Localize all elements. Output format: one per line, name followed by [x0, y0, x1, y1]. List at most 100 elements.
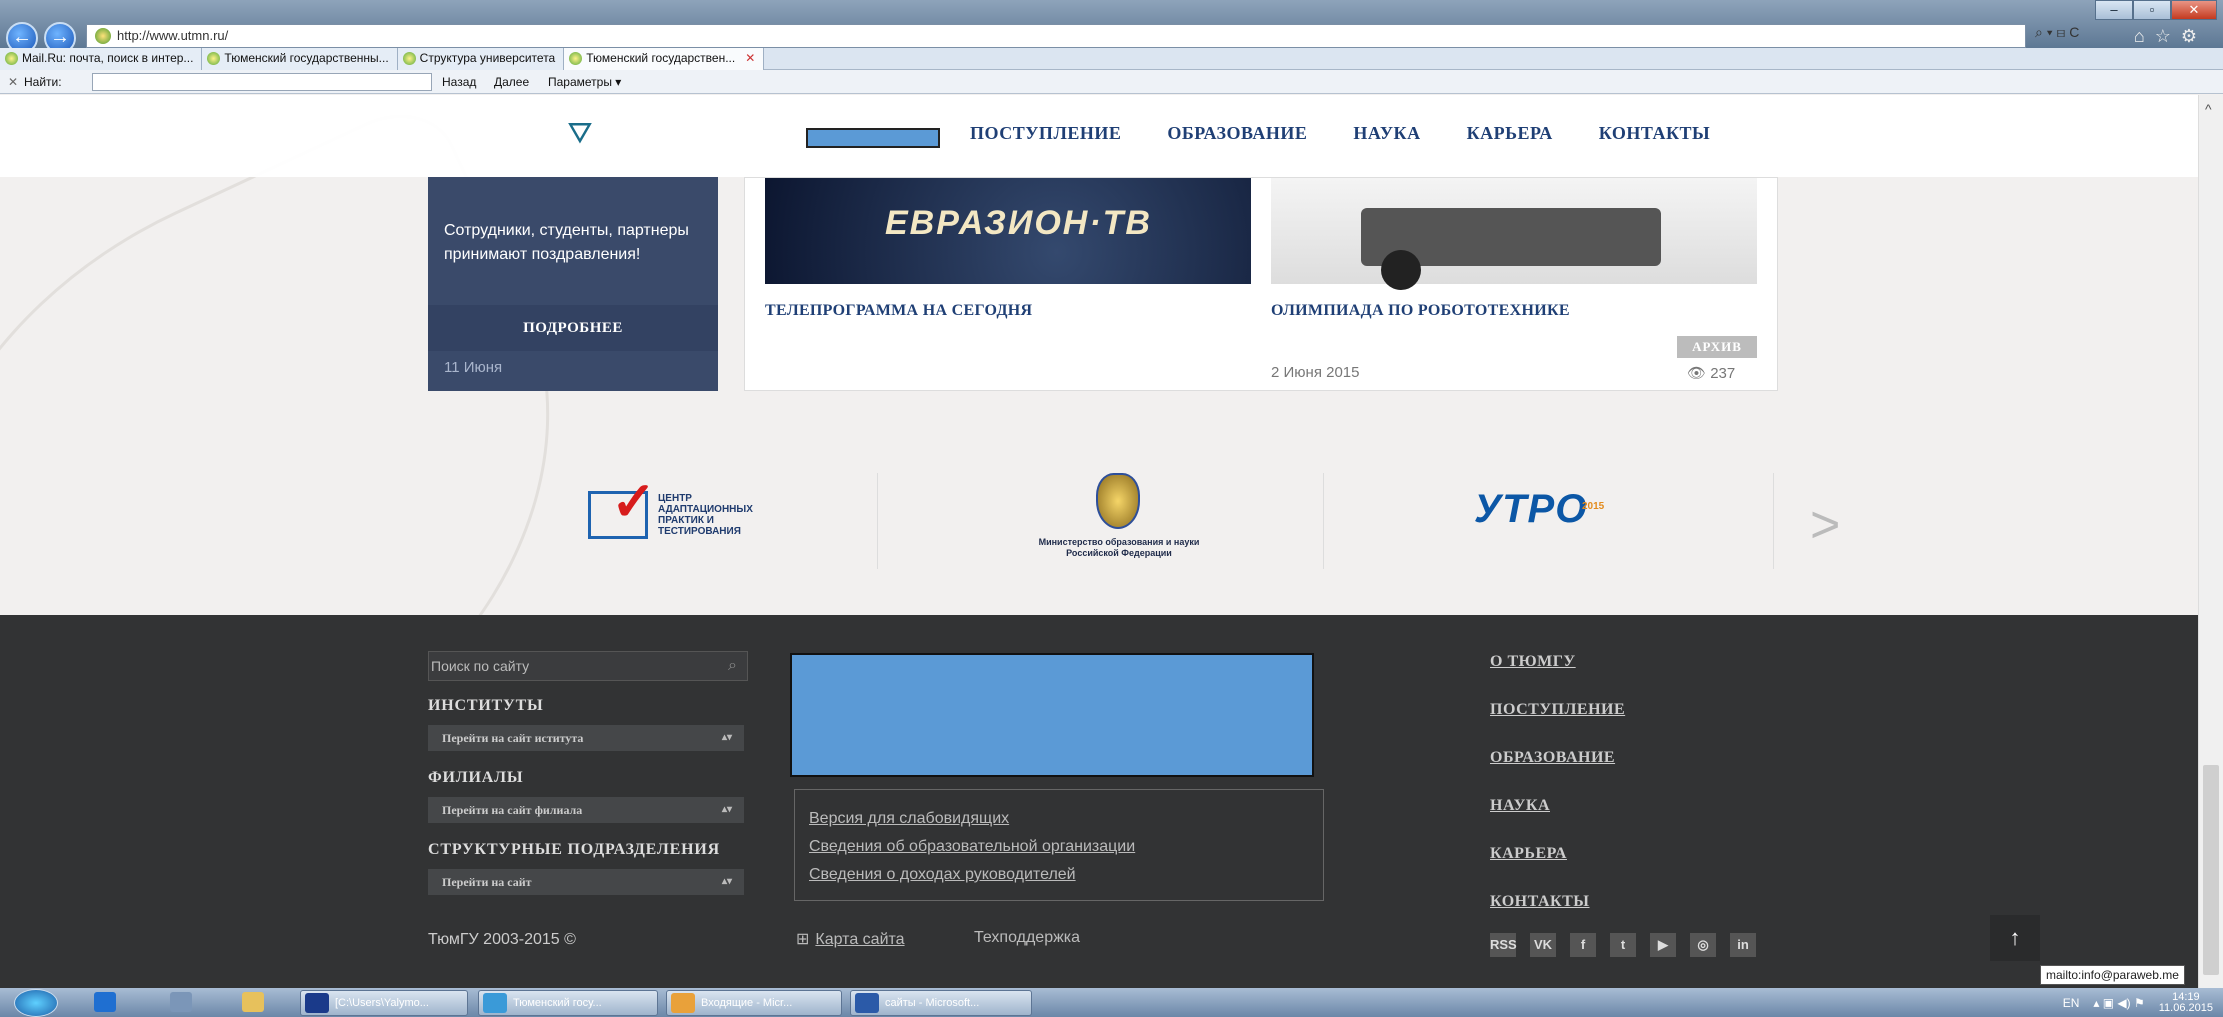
footer-nav-education[interactable]: ОБРАЗОВАНИЕ: [1490, 749, 1615, 767]
ie-icon: [95, 28, 111, 44]
page-scrollbar[interactable]: ^: [2198, 95, 2223, 988]
footer-search-input[interactable]: Поиск по сайту ⌕: [428, 651, 748, 681]
minimize-icon[interactable]: –: [2095, 0, 2133, 20]
screen: ← → http://www.utmn.ru/ ⌕ ▾ ⊟ C – ▫ ✕ ⌂☆…: [0, 0, 2223, 1017]
explorer-icon[interactable]: [242, 992, 264, 1012]
menu-education[interactable]: ОБРАЗОВАНИЕ: [1167, 123, 1307, 144]
web-page: Сотрудники, студенты, партнеры принимают…: [0, 95, 2198, 988]
emblem-icon: [1096, 473, 1140, 529]
outlook-icon: [671, 993, 695, 1013]
tab-tyumen-active[interactable]: Тюменский государствен... ✕: [564, 47, 765, 70]
partner-adaptation-center[interactable]: ЦЕНТР АДАПТАЦИОННЫХ ПРАКТИК И ТЕСТИРОВАН…: [458, 470, 878, 569]
twitter-icon[interactable]: t: [1610, 933, 1636, 957]
card2-title[interactable]: ОЛИМПИАДА ПО РОБОТОТЕХНИКЕ: [1271, 302, 1570, 320]
partner1-text: ЦЕНТР АДАПТАЦИОННЫХ ПРАКТИК И ТЕСТИРОВАН…: [658, 493, 753, 537]
tab-close-icon[interactable]: ✕: [745, 51, 755, 65]
vk-icon[interactable]: VK: [1530, 933, 1556, 957]
tab-bar: Mail.Ru: почта, поиск в интер... Тюменск…: [0, 47, 2223, 70]
find-input[interactable]: [92, 73, 432, 91]
partner-utro[interactable]: УТРО 2015: [1354, 473, 1774, 569]
rss-icon[interactable]: RSS: [1490, 933, 1517, 957]
footer-nav-career[interactable]: КАРЬЕРА: [1490, 845, 1567, 863]
menu-career[interactable]: КАРЬЕРА: [1467, 123, 1553, 144]
close-window-icon[interactable]: ✕: [2171, 0, 2217, 20]
card1-title[interactable]: ТЕЛЕПРОГРАММА НА СЕГОДНЯ: [765, 302, 1032, 320]
task-word[interactable]: сайты - Microsoft...: [850, 990, 1032, 1016]
word-icon: [855, 993, 879, 1013]
tab-structure[interactable]: Структура университета: [397, 47, 565, 70]
news-left-date: 11 Июня: [444, 359, 503, 376]
clock[interactable]: 14:19 11.06.2015: [2159, 992, 2213, 1014]
institutes-heading: ИНСТИТУТЫ: [428, 697, 544, 714]
language-indicator[interactable]: EN: [2063, 996, 2080, 1010]
address-bar[interactable]: http://www.utmn.ru/: [86, 24, 2026, 48]
tab-favicon-icon: [207, 51, 221, 65]
link-low-vision[interactable]: Версия для слабовидящих: [809, 810, 1323, 828]
select-arrows-icon: ▴▾: [721, 732, 732, 743]
status-tooltip: mailto:info@paraweb.me: [2040, 965, 2185, 985]
support-link[interactable]: Техподдержка: [974, 929, 1080, 947]
menu-admission[interactable]: ПОСТУПЛЕНИЕ: [970, 123, 1121, 144]
task-cmd[interactable]: [C:\Users\Yalymo...: [300, 990, 468, 1016]
sitemap-link[interactable]: ⊞ Карта сайта: [796, 929, 905, 949]
find-close-icon[interactable]: ✕: [8, 75, 18, 89]
header-redacted-box: [806, 128, 940, 148]
calculator-icon[interactable]: [170, 992, 192, 1012]
institutes-select[interactable]: Перейти на сайт иститута ▴▾: [428, 725, 744, 751]
tray-icons[interactable]: ▴ ▣ ◀) ⚑: [2093, 996, 2144, 1010]
views-count: 👁 237: [1687, 365, 1736, 382]
partner2-caption: Министерство образования и науки Российс…: [1038, 537, 1200, 558]
tab-favicon-icon: [402, 51, 416, 65]
find-label: Найти:: [24, 75, 62, 89]
evrazion-tv-image[interactable]: ЕВРАЗИОН·ТВ: [765, 178, 1251, 284]
start-button-icon[interactable]: [14, 989, 58, 1017]
eye-icon: 👁: [1687, 365, 1707, 382]
browser-titlebar: ← → http://www.utmn.ru/ ⌕ ▾ ⊟ C – ▫ ✕ ⌂☆…: [0, 0, 2223, 54]
tab-mailru[interactable]: Mail.Ru: почта, поиск в интер...: [0, 47, 203, 70]
card2-date: 2 Июня 2015: [1271, 364, 1360, 381]
footer-nav-admission[interactable]: ПОСТУПЛЕНИЕ: [1490, 701, 1625, 719]
robotics-image[interactable]: [1271, 178, 1757, 290]
menu-science[interactable]: НАУКА: [1353, 123, 1420, 144]
scroll-up-icon[interactable]: ^: [2205, 101, 2212, 117]
home-fav-gear-icons[interactable]: ⌂☆⚙: [2134, 26, 2207, 47]
tab-favicon-icon: [569, 51, 583, 65]
news-more-button[interactable]: ПОДРОБНЕЕ: [428, 305, 718, 351]
find-next-button[interactable]: Далее: [494, 75, 529, 89]
menu-contacts[interactable]: КОНТАКТЫ: [1599, 123, 1710, 144]
link-income-info[interactable]: Сведения о доходах руководителей: [809, 866, 1323, 884]
task-ie[interactable]: Тюменский госу...: [478, 990, 658, 1016]
taskbar: [C:\Users\Yalymo... Тюменский госу... Вх…: [0, 988, 2223, 1017]
footer-nav-science[interactable]: НАУКА: [1490, 797, 1550, 815]
news-left-card[interactable]: Сотрудники, студенты, партнеры принимают…: [428, 177, 718, 391]
utro-year: 2015: [1582, 501, 1605, 512]
facebook-icon[interactable]: f: [1570, 933, 1596, 957]
media-player-icon[interactable]: [94, 992, 116, 1012]
partners-next-arrow[interactable]: >: [1810, 495, 1840, 555]
archive-button[interactable]: АРХИВ: [1677, 336, 1757, 358]
youtube-icon[interactable]: ▶: [1650, 933, 1676, 957]
maximize-icon[interactable]: ▫: [2133, 0, 2171, 20]
utmn-logo-icon[interactable]: ⛛: [564, 117, 596, 150]
divisions-heading: СТРУКТУРНЫЕ ПОДРАЗДЕЛЕНИЯ: [428, 841, 720, 858]
divisions-select[interactable]: Перейти на сайт ▴▾: [428, 869, 744, 895]
link-org-info[interactable]: Сведения об образовательной организации: [809, 838, 1323, 856]
site-footer: Поиск по сайту ⌕ ИНСТИТУТЫ Перейти на са…: [0, 615, 2198, 988]
main-menu: ПОСТУПЛЕНИЕ ОБРАЗОВАНИЕ НАУКА КАРЬЕРА КО…: [970, 123, 1710, 144]
linkedin-icon[interactable]: in: [1730, 933, 1756, 957]
footer-nav-contacts[interactable]: КОНТАКТЫ: [1490, 893, 1590, 911]
partner-ministry[interactable]: Министерство образования и науки Российс…: [904, 473, 1324, 569]
tab-tyumen-1[interactable]: Тюменский государственны...: [202, 47, 398, 70]
find-options-button[interactable]: Параметры ▾: [548, 75, 621, 89]
system-tray: EN ▴ ▣ ◀) ⚑ 14:19 11.06.2015: [2063, 992, 2213, 1014]
window-icon: [305, 993, 329, 1013]
find-prev-button[interactable]: Назад: [442, 75, 476, 89]
scroll-top-button[interactable]: ↑: [1990, 915, 2040, 961]
footer-nav-about[interactable]: О ТЮМГУ: [1490, 653, 1576, 671]
instagram-icon[interactable]: ◎: [1690, 933, 1716, 957]
scroll-thumb[interactable]: [2203, 765, 2219, 975]
address-tools[interactable]: ⌕ ▾ ⊟ C: [2035, 24, 2079, 41]
search-icon[interactable]: ⌕: [728, 652, 737, 680]
task-outlook[interactable]: Входящие - Micr...: [666, 990, 842, 1016]
branches-select[interactable]: Перейти на сайт филиала ▴▾: [428, 797, 744, 823]
